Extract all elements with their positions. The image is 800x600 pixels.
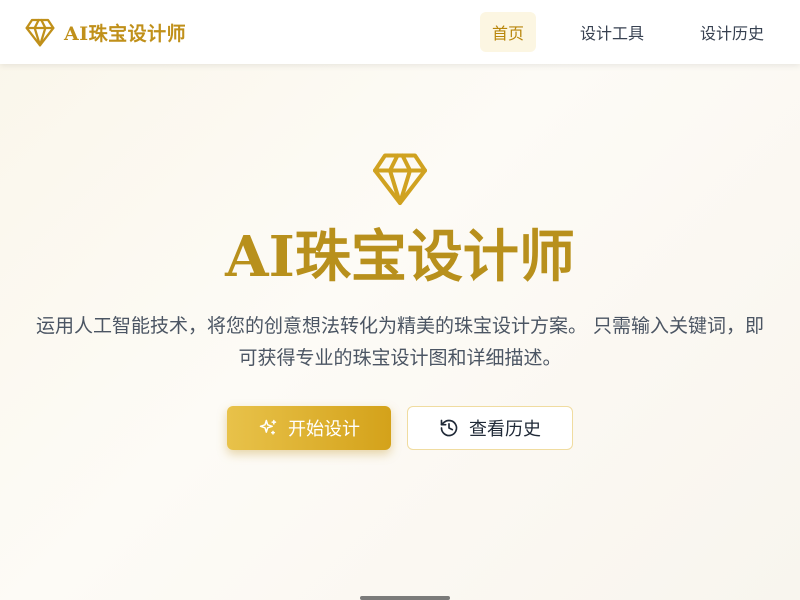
start-design-label: 开始设计 [288, 419, 360, 440]
sparkles-icon [259, 419, 277, 435]
gem-icon [25, 18, 55, 47]
nav-link-design-history[interactable]: 设计历史 [688, 12, 776, 52]
hero-description: 运用人工智能技术，将您的创意想法转化为精美的珠宝设计方案。 只需输入关键词，即 … [10, 310, 790, 374]
view-history-label: 查看历史 [469, 419, 541, 440]
start-design-button[interactable]: 开始设计 [227, 406, 391, 450]
gem-icon [373, 153, 427, 205]
nav-link-design-tools[interactable]: 设计工具 [568, 12, 656, 52]
hero-description-line-1: 运用人工智能技术，将您的创意想法转化为精美的珠宝设计方案。 只需输入关键词，即 [35, 315, 765, 337]
nav-link-home[interactable]: 首页 [480, 12, 536, 52]
view-history-button[interactable]: 查看历史 [407, 406, 573, 450]
hero-title: AI珠宝设计师 [225, 224, 575, 290]
history-icon [440, 419, 458, 437]
top-navbar: AI珠宝设计师 首页 设计工具 设计历史 [0, 0, 800, 64]
brand-logo-link[interactable]: AI珠宝设计师 [24, 16, 186, 48]
next-section-peek [360, 591, 450, 600]
brand-name: AI珠宝设计师 [64, 22, 187, 45]
hero-description-line-2: 可获得专业的珠宝设计图和详细描述。 [238, 347, 562, 369]
